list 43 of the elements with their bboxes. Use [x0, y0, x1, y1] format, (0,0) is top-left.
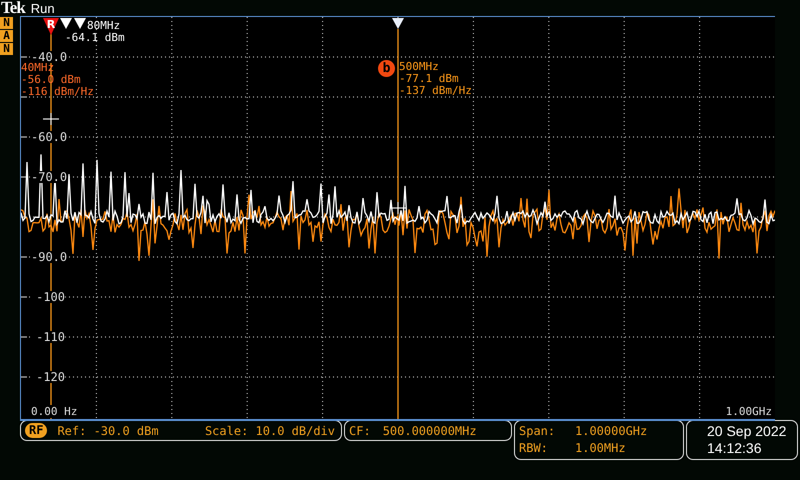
axis-label: 0.00 Hz	[31, 405, 78, 418]
time-text: 14:12:36	[707, 440, 762, 457]
axis-label: -40.0	[31, 51, 65, 63]
cursor-badge: b	[378, 60, 395, 77]
side-badge: A	[0, 30, 13, 42]
readout-text: 500MHz	[399, 61, 440, 73]
peak-marker-icon	[390, 202, 406, 214]
scale-value: Scale: 10.0 dB/div	[204, 424, 335, 438]
rf-badge: RF	[25, 423, 48, 438]
clock-panel[interactable]: 20 Sep 2022 14:12:36	[686, 420, 798, 460]
side-badge: N	[0, 43, 13, 55]
axis-label: -100	[31, 291, 65, 303]
field-label: Span:	[519, 423, 556, 440]
readout-text: 80MHz	[87, 20, 122, 32]
readout-text: -64.1 dBm	[65, 32, 125, 44]
cursor-line[interactable]	[397, 29, 399, 419]
readout-text: -77.1 dBm	[399, 73, 460, 85]
reference-panel[interactable]: RF Ref: -30.0 dBm Scale: 10.0 dB/div	[20, 420, 342, 441]
center-frequency-panel[interactable]: CF: 500.000000MHz	[344, 420, 512, 441]
brand-logo: Tek	[1, 0, 25, 16]
field-value: 1.00MHz	[575, 440, 627, 457]
field-value: 1.00000GHz	[575, 423, 648, 440]
marker-icon[interactable]	[60, 18, 72, 29]
axis-label: -70.0	[31, 171, 65, 183]
date-text: 20 Sep 2022	[707, 423, 786, 440]
acquisition-state: Run	[30, 1, 55, 16]
side-badge: N	[0, 17, 13, 29]
field-label: RBW:	[519, 440, 549, 457]
marker-icon[interactable]	[392, 18, 404, 29]
axis-label: 1.00GHz	[726, 405, 772, 418]
peak-marker-icon	[42, 112, 60, 126]
readout-text: -116 dBm/Hz	[21, 86, 94, 98]
reference-marker[interactable]: R	[43, 18, 59, 35]
span-panel[interactable]: Span: 1.00000GHz RBW: 1.00MHz	[514, 420, 684, 460]
axis-label: -90.0	[31, 251, 65, 263]
reference-level: Ref: -30.0 dBm	[57, 424, 159, 438]
marker-icon[interactable]	[74, 18, 86, 29]
axis-label: -60.0	[31, 131, 65, 143]
field-label: CF:	[349, 424, 371, 438]
axis-label: -120	[31, 371, 65, 383]
readout-text: -137 dBm/Hz	[399, 85, 472, 97]
axis-label: -110	[31, 331, 65, 343]
field-value: 500.000000MHz	[382, 424, 477, 438]
